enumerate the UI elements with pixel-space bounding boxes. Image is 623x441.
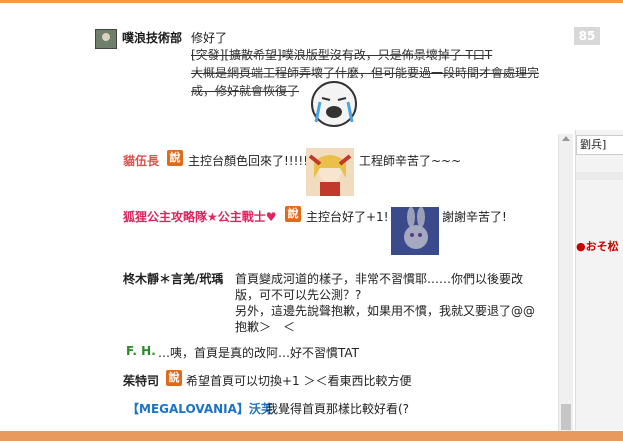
comment-text-3-line-3: 另外，這邊先說聲抱歉，如果用不慣，我就又要退了@@ xyxy=(235,304,536,318)
side-divider xyxy=(576,172,623,180)
comment-author-3[interactable]: 柊木靜＊言羌/玳瑀 xyxy=(123,270,223,287)
top-accent-bar xyxy=(0,0,623,3)
post-body-line-2: 大概是網頁端工程師弄壞了什麼，但可能要過一段時間才會處理完 xyxy=(191,66,540,80)
scroll-thumb[interactable] xyxy=(561,404,571,430)
side-item-2[interactable]: ●おそ松 xyxy=(576,238,619,254)
comment-text-4: …咦，首頁是真的改阿…好不習慣TAT xyxy=(158,346,360,360)
comment-author-2[interactable]: 狐狸公主攻略隊★公主戰士♥ xyxy=(123,208,277,225)
post-body-line-1: [突發][擴散希望]噗浪版型沒有改，只是佈景壞掉了 T口T xyxy=(191,48,493,62)
comment-author-4[interactable]: F. H. xyxy=(126,344,156,358)
say-badge-5: 說 xyxy=(166,370,182,386)
comment-text-3-line-2: 版，可不可以先公測？? xyxy=(235,288,362,302)
post-body-line-3: 成，修好就會恢復了 xyxy=(191,84,300,98)
scroll-up-arrow-icon[interactable] xyxy=(562,136,570,141)
bottom-timeline-bar xyxy=(0,431,623,441)
comment-text-3-line-1: 首頁變成河道的樣子，非常不習慣耶……你們以後要改 xyxy=(235,272,524,286)
side-item-1[interactable]: 劉兵] xyxy=(576,135,623,155)
comment-author-1[interactable]: 貓伍長 xyxy=(123,152,159,169)
comment-text-1: 主控台顏色回來了!!!!! xyxy=(188,154,309,168)
anime-girl-image[interactable] xyxy=(306,148,354,196)
comment-text-2b: 謝謝辛苦了! xyxy=(442,210,507,224)
right-side-panel: 劉兵] ●おそ松 xyxy=(575,130,623,430)
comment-text-2: 主控台好了+1! xyxy=(306,210,389,224)
comment-text-3-line-4: 抱歉＞ ＜ xyxy=(235,320,296,334)
response-scrollbar[interactable] xyxy=(558,134,573,431)
say-badge-2: 說 xyxy=(285,206,301,222)
crying-emoticon xyxy=(311,81,357,127)
response-count-badge[interactable]: 85 xyxy=(574,27,600,45)
comment-text-5: 希望首頁可以切換+1 ＞＜看東西比較方便 xyxy=(186,374,412,388)
bunny-image[interactable] xyxy=(391,207,439,255)
comment-text-6: 我覺得首頁那樣比較好看(? xyxy=(266,402,410,416)
comment-author-5[interactable]: 茱特司 xyxy=(123,372,159,389)
say-badge-1: 說 xyxy=(167,150,183,166)
comment-author-6[interactable]: 【MEGALOVANIA】沃芙 xyxy=(127,400,273,417)
post-title: 修好了 xyxy=(191,31,228,45)
post-author[interactable]: 噗浪技術部 xyxy=(122,29,182,46)
comment-text-1b: 工程師辛苦了~~~ xyxy=(359,154,462,168)
avatar[interactable] xyxy=(95,29,117,49)
